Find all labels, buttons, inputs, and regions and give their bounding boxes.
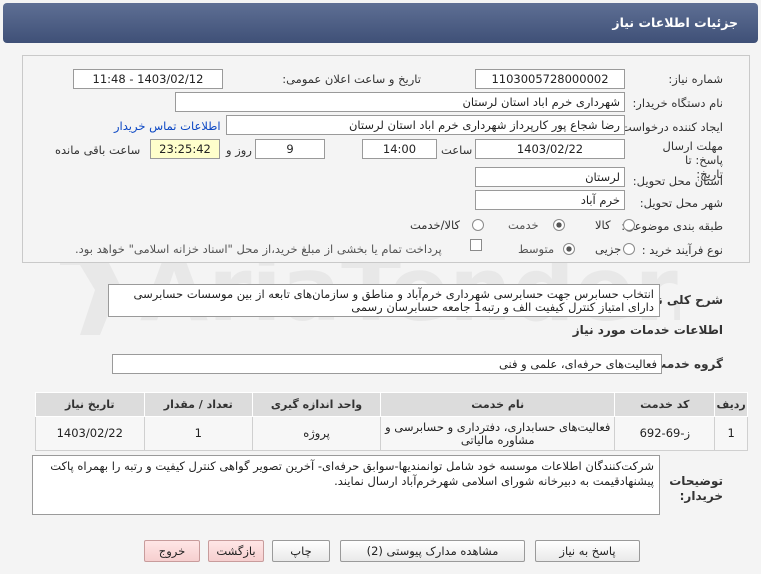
col-name: نام خدمت xyxy=(380,392,616,417)
back-button[interactable]: بازگشت xyxy=(208,540,264,562)
col-row: ردیف xyxy=(714,392,748,417)
days-remaining-field: 9 xyxy=(255,139,325,159)
requester-field: رضا شجاع پور کارپرداز شهرداری خرم اباد ا… xyxy=(226,115,625,135)
process-radio-minor[interactable] xyxy=(623,243,635,255)
col-date: تاریخ نیاز xyxy=(35,392,145,417)
category-option-service: خدمت xyxy=(508,218,539,232)
deadline-date-field: 1403/02/22 xyxy=(475,139,625,159)
view-attachments-button[interactable]: مشاهده مدارک پیوستی (2) xyxy=(340,540,525,562)
process-type-label: نوع فرآیند خرید : xyxy=(641,243,723,257)
services-section-title: اطلاعات خدمات مورد نیاز xyxy=(572,323,723,337)
category-option-goods-service: کالا/خدمت xyxy=(410,218,461,232)
province-label: استان محل تحویل: xyxy=(632,174,723,188)
treasury-payment-checkbox[interactable] xyxy=(470,239,482,251)
services-table: ردیف کد خدمت نام خدمت واحد اندازه گیری ت… xyxy=(35,392,748,451)
process-option-minor: جزیی xyxy=(595,242,622,256)
deadline-time-label: ساعت xyxy=(441,143,473,157)
need-number-field: 1103005728000002 xyxy=(475,69,625,89)
summary-text: انتخاب حسابرس جهت حسابرسی شهرداری خرم‌آب… xyxy=(108,284,660,317)
cell-unit: پروژه xyxy=(252,416,382,451)
buyer-notes-label: توضیحات خریدار: xyxy=(669,474,723,503)
process-radio-medium[interactable] xyxy=(563,243,575,255)
city-label: شهر محل تحویل: xyxy=(639,196,723,210)
cell-row: 1 xyxy=(714,416,748,451)
contact-info-link[interactable]: اطلاعات تماس خریدار xyxy=(114,119,221,133)
page-title: جزئیات اطلاعات نیاز xyxy=(612,15,738,30)
province-field: لرستان xyxy=(475,167,625,187)
category-option-goods: کالا xyxy=(595,218,611,232)
remaining-time-label: ساعت باقی مانده xyxy=(55,143,141,157)
category-radio-goods[interactable] xyxy=(623,219,635,231)
exit-button[interactable]: خروج xyxy=(144,540,200,562)
col-qty: تعداد / مقدار xyxy=(143,392,254,417)
deadline-time-field: 14:00 xyxy=(362,139,437,159)
days-label: روز و xyxy=(226,143,252,157)
remaining-time-field: 23:25:42 xyxy=(150,139,220,159)
respond-button[interactable]: پاسخ به نیاز xyxy=(535,540,640,562)
cell-date: 1403/02/22 xyxy=(35,416,145,451)
cell-qty: 1 xyxy=(143,416,254,451)
announce-date-label: تاریخ و ساعت اعلان عمومی: xyxy=(282,72,421,86)
announce-date-field: 1403/02/12 - 11:48 xyxy=(73,69,223,89)
category-radio-goods-service[interactable] xyxy=(472,219,484,231)
services-table-header: ردیف کد خدمت نام خدمت واحد اندازه گیری ت… xyxy=(35,392,748,417)
need-number-label: شماره نیاز: xyxy=(668,72,723,86)
col-unit: واحد اندازه گیری xyxy=(252,392,382,417)
requester-label: ایجاد کننده درخواست: xyxy=(617,120,723,134)
cell-name: فعالیت‌های حسابداری، دفترداری و حسابرسی … xyxy=(380,416,616,451)
category-radio-service[interactable] xyxy=(553,219,565,231)
print-button[interactable]: چاپ xyxy=(272,540,330,562)
cell-code: ز-69-692 xyxy=(614,416,716,451)
city-field: خرم آباد xyxy=(475,190,625,210)
category-label: طبقه بندی موضوعی: xyxy=(621,219,723,233)
page-header: جزئیات اطلاعات نیاز xyxy=(3,3,758,43)
col-code: کد خدمت xyxy=(614,392,716,417)
buyer-org-label: نام دستگاه خریدار: xyxy=(632,96,723,110)
service-group-field: فعالیت‌های حرفه‌ای، علمی و فنی xyxy=(112,354,662,374)
table-row: 1 ز-69-692 فعالیت‌های حسابداری، دفترداری… xyxy=(35,416,748,451)
buyer-notes-text: شرکت‌کنندگان اطلاعات موسسه خود شامل توان… xyxy=(32,455,660,515)
process-option-medium: متوسط xyxy=(518,242,555,256)
treasury-payment-note: پرداخت تمام یا بخشی از مبلغ خرید،از محل … xyxy=(75,242,442,256)
buyer-org-field: شهرداری خرم اباد استان لرستان xyxy=(175,92,625,112)
